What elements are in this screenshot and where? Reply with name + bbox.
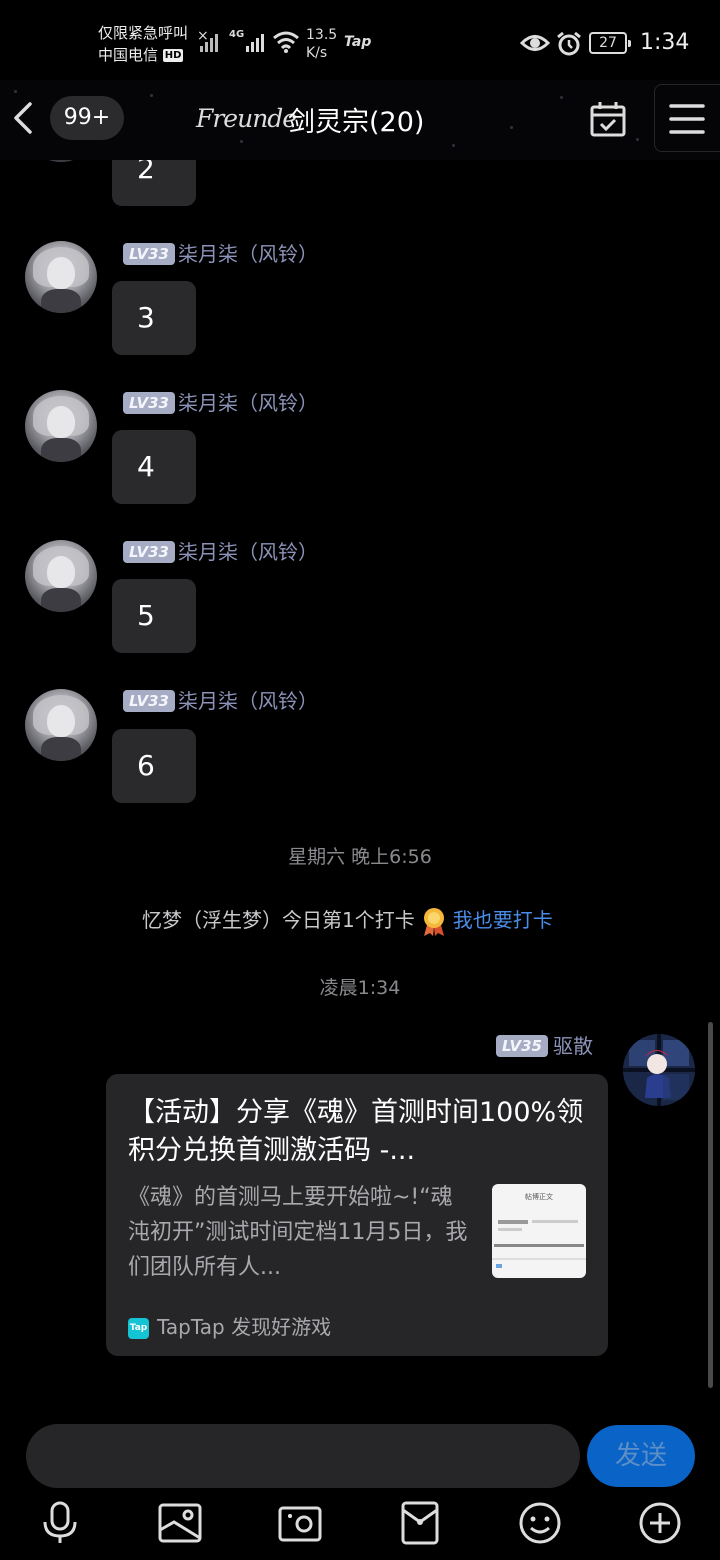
medal-icon [423, 907, 444, 936]
voice-button[interactable] [37, 1500, 83, 1546]
camera-button[interactable] [277, 1500, 323, 1546]
level-badge: LV33 [123, 541, 175, 563]
taptap-notification-icon: Tap [344, 34, 372, 50]
more-button[interactable] [637, 1500, 683, 1546]
checkin-link[interactable]: 我也要打卡 [453, 908, 553, 932]
clock: 1:34 [640, 30, 690, 55]
net-speed-value: 13.5 [306, 27, 338, 43]
battery-icon: 27 [589, 32, 631, 54]
avatar[interactable] [25, 540, 97, 612]
carrier-emergency-text: 仅限紧急呼叫 [98, 24, 189, 42]
message-bubble[interactable]: 6 [112, 729, 196, 803]
message-input[interactable] [26, 1424, 580, 1488]
scrollbar[interactable] [708, 1022, 713, 1388]
battery-level: 27 [599, 35, 617, 51]
sender-name[interactable]: 柒月柒（风铃） [178, 241, 318, 267]
send-button[interactable]: 发送 [587, 1425, 695, 1487]
hd-badge: HD [162, 49, 184, 62]
group-menu-button[interactable] [654, 84, 720, 152]
net-speed-unit: K/s [306, 45, 328, 61]
sender-name[interactable]: 柒月柒（风铃） [178, 688, 318, 714]
carrier-info: 仅限紧急呼叫 中国电信 HD [98, 22, 188, 66]
wifi-icon [273, 31, 299, 53]
status-bar: 仅限紧急呼叫 中国电信 HD × 4G 13.5 K/s Tap 27 1:34 [0, 0, 720, 80]
composer: 发送 [0, 1400, 720, 1560]
level-badge: LV33 [123, 243, 175, 265]
chevron-left-icon [14, 102, 32, 134]
checkin-calendar-button[interactable] [588, 99, 628, 139]
card-source-text: TapTap 发现好游戏 [157, 1315, 332, 1339]
avatar[interactable] [25, 241, 97, 313]
calendar-check-icon [590, 102, 626, 137]
sender-name[interactable]: 柒月柒（风铃） [178, 390, 318, 416]
unread-count-badge[interactable]: 99+ [50, 96, 124, 140]
sender-name[interactable]: 柒月柒（风铃） [178, 539, 318, 565]
message-list[interactable]: 2 LV33 柒月柒（风铃） 3 LV33 柒月柒（风铃） 4 LV33 柒月柒… [0, 160, 720, 1400]
checkin-text: 忆梦（浮生梦）今日第1个打卡 [142, 908, 415, 932]
mic-icon [43, 1501, 77, 1543]
level-badge: LV33 [123, 392, 175, 414]
avatar[interactable] [25, 160, 97, 162]
avatar[interactable] [25, 689, 97, 761]
my-avatar[interactable] [623, 1034, 695, 1106]
image-button[interactable] [157, 1500, 203, 1546]
alarm-icon [557, 31, 581, 56]
red-packet-button[interactable] [397, 1500, 443, 1546]
net-speed: 13.5 K/s [306, 26, 337, 62]
message-bubble[interactable]: 2 [112, 160, 196, 206]
timestamp: 星期六 晚上6:56 [288, 846, 432, 868]
timestamp: 凌晨1:34 [319, 977, 401, 999]
emoji-icon [519, 1502, 561, 1544]
message-bubble[interactable]: 5 [112, 579, 196, 653]
thumbnail-heading: 帖博正文 [525, 1193, 553, 1201]
message-bubble[interactable]: 4 [112, 430, 196, 504]
sender-name[interactable]: 驱散 [553, 1033, 593, 1059]
card-thumbnail: 帖博正文 [492, 1184, 586, 1278]
my-avatar-image [623, 1034, 695, 1106]
group-logo: Freunde [196, 104, 297, 133]
back-button[interactable] [8, 98, 42, 138]
group-title[interactable]: 剑灵宗(20) [288, 100, 424, 139]
signal-icon [200, 32, 218, 52]
plus-icon [639, 1502, 681, 1544]
red-packet-icon [401, 1501, 439, 1545]
level-badge: LV33 [123, 690, 175, 712]
camera-icon [278, 1506, 322, 1542]
card-source: Tap TapTap 发现好游戏 [128, 1314, 331, 1340]
image-icon [158, 1503, 202, 1543]
chat-header: 99+ Freunde 剑灵宗(20) [0, 80, 720, 160]
taptap-logo-icon: Tap [128, 1318, 149, 1339]
network-type: 4G [229, 29, 245, 40]
carrier-name: 中国电信 [98, 46, 159, 64]
avatar[interactable] [25, 390, 97, 462]
message-bubble[interactable]: 3 [112, 281, 196, 355]
checkin-notice: 忆梦（浮生梦）今日第1个打卡 我也要打卡 [142, 904, 553, 937]
hamburger-menu-icon [669, 104, 705, 134]
emoji-button[interactable] [517, 1500, 563, 1546]
shared-link-card[interactable]: 【活动】分享《魂》首测时间100%领积分兑换首测激活码 -... 《魂》的首测马… [106, 1074, 608, 1356]
signal-strength-icon [246, 32, 264, 52]
level-badge: LV35 [496, 1035, 548, 1057]
eye-comfort-icon [520, 35, 550, 51]
card-description: 《魂》的首测马上要开始啦~!“魂沌初开”测试时间定档11月5日，我们团队所有人.… [128, 1185, 468, 1280]
card-title: 【活动】分享《魂》首测时间100%领积分兑换首测激活码 -... [128, 1097, 584, 1166]
